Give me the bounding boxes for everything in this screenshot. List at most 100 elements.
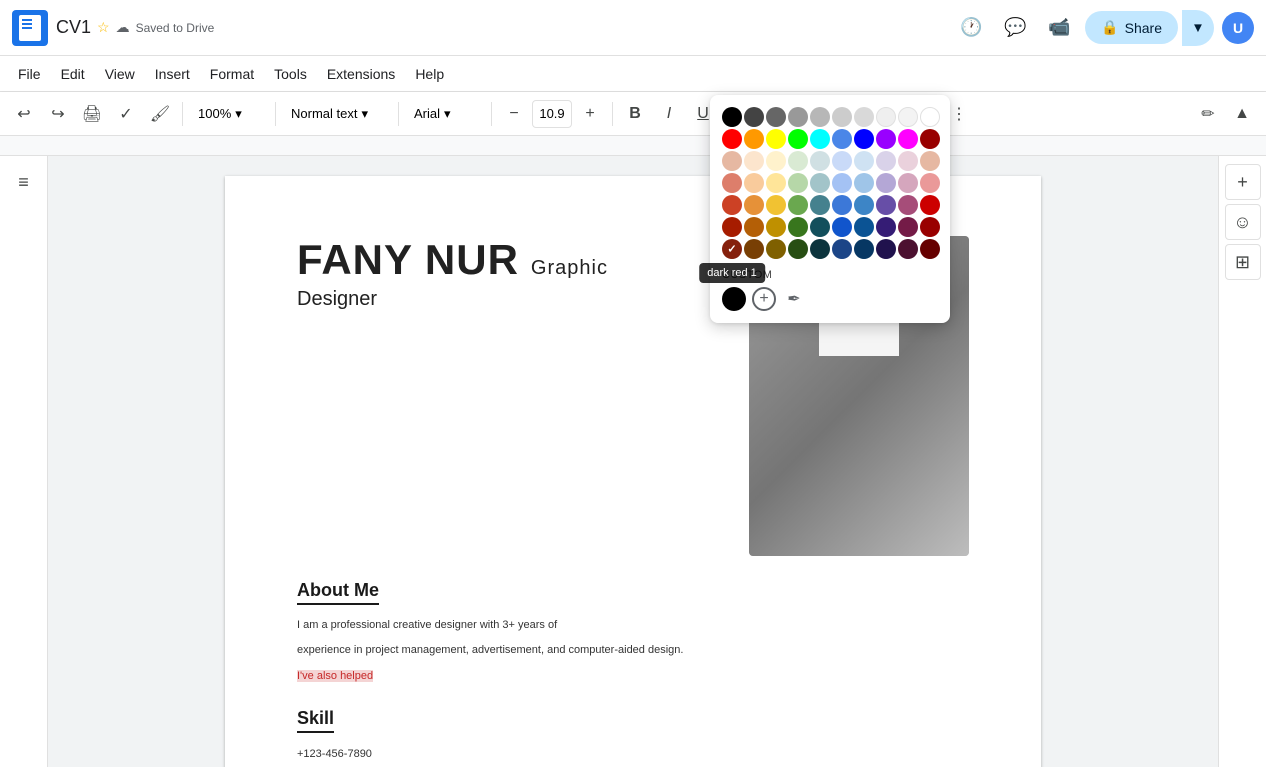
color-orange-1[interactable]	[744, 217, 764, 237]
font-select[interactable]: Arial ▾	[405, 98, 485, 130]
color-red2-2[interactable]	[920, 195, 940, 215]
color-dark-yellow[interactable]	[766, 239, 786, 259]
zoom-select[interactable]: 100% ▾	[189, 98, 269, 130]
color-red2-1[interactable]	[920, 217, 940, 237]
color-purple-3[interactable]	[876, 173, 896, 193]
color-dark-teal[interactable]	[810, 239, 830, 259]
color-magenta-3[interactable]	[898, 173, 918, 193]
bold-btn[interactable]: B	[619, 98, 651, 130]
color-light-red-berry[interactable]	[722, 151, 742, 171]
color-magenta-1[interactable]	[898, 217, 918, 237]
redo-btn[interactable]: ↪	[42, 98, 74, 130]
italic-btn[interactable]: I	[653, 98, 685, 130]
color-light-cyan[interactable]	[810, 151, 830, 171]
color-orange-2[interactable]	[744, 195, 764, 215]
font-size-decrease[interactable]: −	[498, 98, 530, 130]
color-light-purple[interactable]	[876, 151, 896, 171]
outline-icon[interactable]: ≡	[6, 164, 42, 200]
color-blue-3[interactable]	[854, 173, 874, 193]
print-btn[interactable]: 🖨	[76, 98, 108, 130]
color-purple-1[interactable]	[876, 217, 896, 237]
color-light-cornflower[interactable]	[832, 151, 852, 171]
color-darkest-red[interactable]	[920, 239, 940, 259]
color-dark-blue[interactable]	[854, 239, 874, 259]
menu-format[interactable]: Format	[200, 62, 264, 86]
color-purple[interactable]	[876, 129, 896, 149]
color-cornflower-blue[interactable]	[832, 129, 852, 149]
color-light-blue[interactable]	[854, 151, 874, 171]
spellcheck-btn[interactable]: ✓	[110, 98, 142, 130]
add-custom-color-btn[interactable]: +	[752, 287, 776, 311]
user-avatar[interactable]: U	[1222, 12, 1254, 44]
color-yellow-2[interactable]	[766, 195, 786, 215]
color-white[interactable]	[920, 107, 940, 127]
color-magenta[interactable]	[898, 129, 918, 149]
color-red-2[interactable]	[722, 195, 742, 215]
color-cornflower-3[interactable]	[832, 173, 852, 193]
color-cyan[interactable]	[810, 129, 830, 149]
color-teal-2[interactable]	[810, 195, 830, 215]
font-size-increase[interactable]: +	[574, 98, 606, 130]
color-green-3[interactable]	[788, 173, 808, 193]
color-green-2[interactable]	[788, 195, 808, 215]
color-red2-3[interactable]	[920, 173, 940, 193]
color-dark-red[interactable]	[920, 129, 940, 149]
color-light-yellow[interactable]	[766, 151, 786, 171]
color-light-red2[interactable]	[920, 151, 940, 171]
style-select[interactable]: Normal text ▾	[282, 98, 392, 130]
color-blue[interactable]	[854, 129, 874, 149]
menu-edit[interactable]: Edit	[51, 62, 95, 86]
color-dark-orange[interactable]	[744, 239, 764, 259]
color-dark-gray-4[interactable]	[744, 107, 764, 127]
color-yellow-1[interactable]	[766, 217, 786, 237]
font-size-input[interactable]	[532, 100, 572, 128]
color-red[interactable]	[722, 129, 742, 149]
history-btn[interactable]: 🕐	[953, 10, 989, 46]
comments-btn[interactable]: 💬	[997, 10, 1033, 46]
color-light-orange[interactable]	[744, 151, 764, 171]
color-blue-1[interactable]	[854, 217, 874, 237]
color-light-gray-2[interactable]	[876, 107, 896, 127]
color-orange[interactable]	[744, 129, 764, 149]
color-dark-gray-2[interactable]	[788, 107, 808, 127]
menu-tools[interactable]: Tools	[264, 62, 317, 86]
paint-format-btn[interactable]: 🖌	[144, 98, 176, 130]
collapse-btn[interactable]: ▲	[1226, 98, 1258, 130]
color-dark-gray-3[interactable]	[766, 107, 786, 127]
document-area[interactable]: FANY NUR Graphic Designer About Me I am …	[48, 156, 1218, 767]
menu-extensions[interactable]: Extensions	[317, 62, 405, 86]
meet-btn[interactable]: 📹	[1041, 10, 1077, 46]
color-light-magenta[interactable]	[898, 151, 918, 171]
menu-file[interactable]: File	[8, 62, 51, 86]
share-button[interactable]: 🔒 Share	[1085, 11, 1178, 44]
menu-insert[interactable]: Insert	[145, 62, 200, 86]
color-yellow-3[interactable]	[766, 173, 786, 193]
edit-pen-btn[interactable]: ✏	[1192, 98, 1224, 130]
color-green[interactable]	[788, 129, 808, 149]
color-light-gray-1[interactable]	[898, 107, 918, 127]
color-dark-magenta[interactable]	[898, 239, 918, 259]
color-dark-red-1[interactable]	[722, 239, 742, 259]
color-dark-gray-1[interactable]	[810, 107, 830, 127]
menu-view[interactable]: View	[95, 62, 145, 86]
color-blue-2[interactable]	[854, 195, 874, 215]
star-icon[interactable]: ☆	[97, 19, 110, 36]
color-yellow[interactable]	[766, 129, 786, 149]
color-dark-purple[interactable]	[876, 239, 896, 259]
color-light-green[interactable]	[788, 151, 808, 171]
color-red-1[interactable]	[722, 217, 742, 237]
color-teal-1[interactable]	[810, 217, 830, 237]
menu-help[interactable]: Help	[405, 62, 454, 86]
color-cornflower-1[interactable]	[832, 217, 852, 237]
custom-color-swatch[interactable]	[722, 287, 746, 311]
color-teal-3[interactable]	[810, 173, 830, 193]
color-light-gray-3[interactable]	[854, 107, 874, 127]
template-btn[interactable]: ⊞	[1225, 244, 1261, 280]
emoji-btn[interactable]: ☺	[1225, 204, 1261, 240]
color-dark-green[interactable]	[788, 239, 808, 259]
color-black[interactable]	[722, 107, 742, 127]
color-green-1[interactable]	[788, 217, 808, 237]
color-dark-cornflower[interactable]	[832, 239, 852, 259]
color-cornflower-2[interactable]	[832, 195, 852, 215]
color-magenta-2[interactable]	[898, 195, 918, 215]
